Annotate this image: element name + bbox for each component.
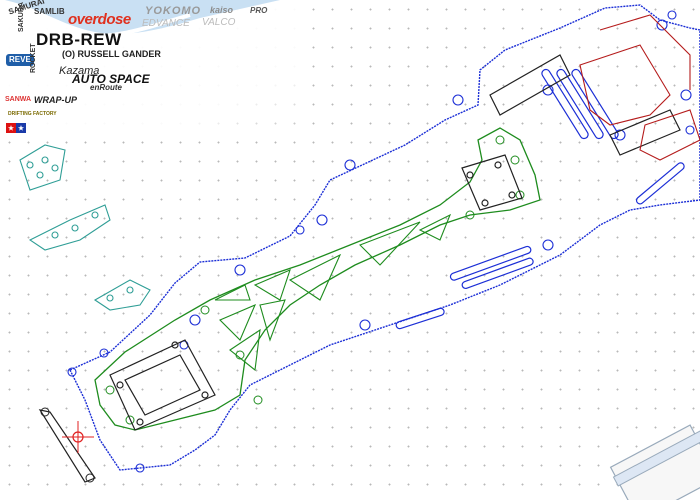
suspension-link[interactable] (38, 407, 96, 483)
sponsor-kaiso: kaiso (210, 5, 234, 15)
sponsor-sakura: SAKURA (18, 2, 25, 32)
sponsor-wrap-up: WRAP-UP (34, 95, 77, 105)
car-title: DRB-REW (36, 30, 122, 49)
sponsor-valco: VALCO (202, 17, 236, 28)
sponsor-yokomo: YOKOMO (145, 5, 202, 17)
viewport-window[interactable] (609, 424, 700, 500)
sponsor-edvance: EDVANCE (142, 18, 190, 29)
motor-mount-rear (109, 339, 216, 431)
sponsor-enroute: enRoute (90, 83, 122, 92)
sponsor-pro: PRO (250, 6, 268, 15)
chassis-slots (395, 68, 685, 330)
tamiya-star-icon (6, 123, 26, 133)
driver-name: (O) RUSSELL GANDER (62, 49, 161, 59)
main-plate-holes (105, 135, 525, 425)
sponsor-sanwa: SANWA (5, 96, 32, 103)
small-parts (19, 144, 151, 311)
sponsor-overdose: overdose (68, 11, 131, 28)
sponsor-drifting-factory: DRIFTING FACTORY (8, 111, 57, 117)
sponsor-samlib: SAMLIB (34, 7, 65, 16)
sponsor-logo-panel: SAMURAI SAMLIB overdose YOKOMO kaiso EDV… (0, 0, 300, 140)
